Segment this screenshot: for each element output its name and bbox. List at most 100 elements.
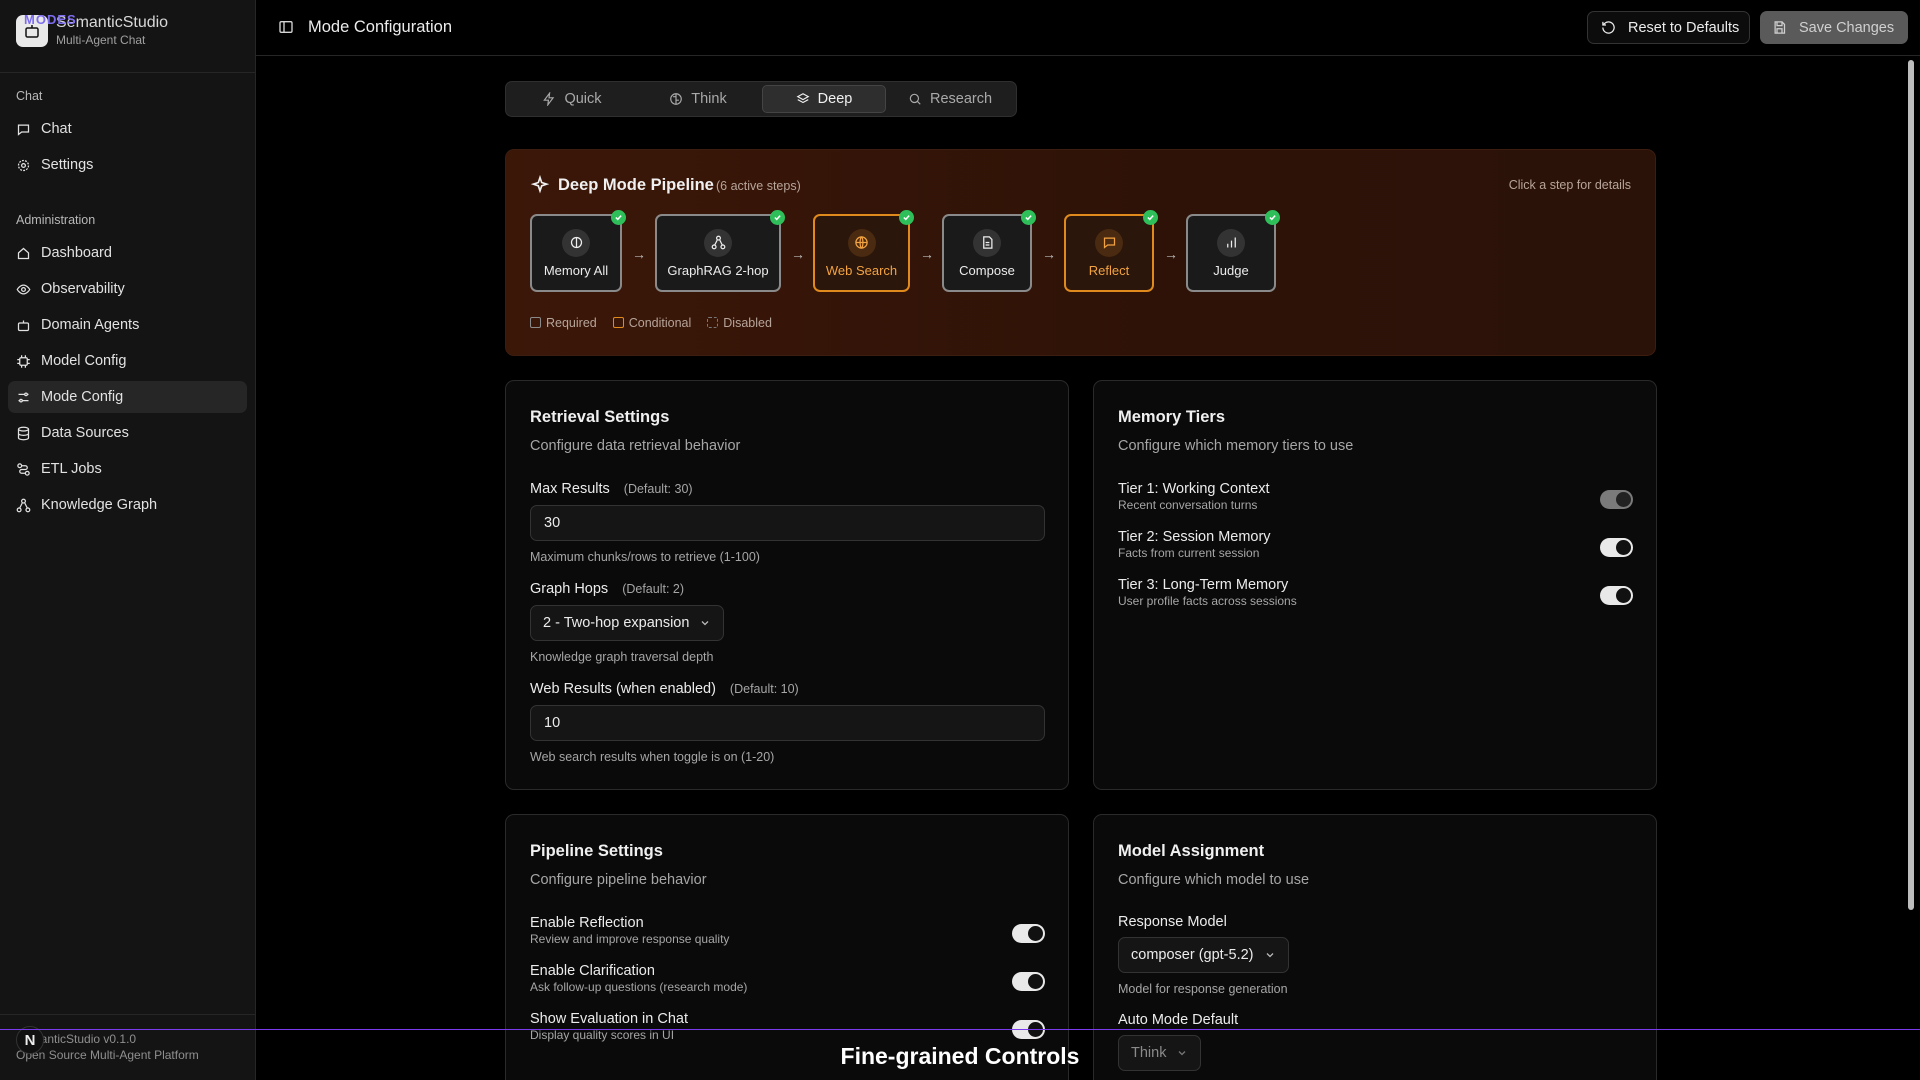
field-default: (Default: 10) <box>729 682 799 696</box>
pipeline-step-judge[interactable]: Judge <box>1186 210 1280 292</box>
toggle-description: Review and improve response quality <box>530 932 730 946</box>
select-value: 2 - Two-hop expansion <box>543 615 690 631</box>
pipeline-step-memory-all[interactable]: Memory All <box>530 210 626 292</box>
chip-icon <box>17 354 30 368</box>
chat-icon <box>17 124 30 136</box>
arrow-right-icon: → <box>632 246 646 262</box>
deep-mode-pipeline: Deep Mode Pipeline (6 active steps) Clic… <box>505 149 1656 356</box>
brand-subtitle: Multi-Agent Chat <box>56 33 146 47</box>
toggle-label: Tier 1: Working Context <box>1118 481 1270 497</box>
toggle-label: Enable Clarification <box>530 963 655 979</box>
sidebar-item-knowledge-graph[interactable]: Knowledge Graph <box>8 489 247 521</box>
pipeline-step-compose[interactable]: Compose <box>942 210 1036 292</box>
field-label-text: Max Results <box>530 481 610 497</box>
arrow-right-icon: → <box>1164 246 1178 262</box>
tab-label: Think <box>691 91 727 107</box>
step-label: Web Search <box>825 262 898 278</box>
legend-label: Conditional <box>628 316 692 330</box>
header: Mode Configuration Reset to Defaults Sav… <box>256 0 1920 56</box>
field-help: Web search results when toggle is on (1-… <box>530 750 775 764</box>
check-icon <box>1143 210 1158 225</box>
pipeline-legend: Required Conditional Disabled <box>530 316 772 330</box>
response-model-select[interactable]: composer (gpt-5.2) <box>1118 937 1289 973</box>
reset-icon <box>1602 21 1615 34</box>
bar-chart-icon <box>1217 228 1245 257</box>
document-icon <box>973 228 1001 257</box>
graph-icon <box>16 498 31 512</box>
sidebar-item-observability[interactable]: Observability <box>8 273 247 305</box>
reset-label: Reset to Defaults <box>1628 19 1740 36</box>
mode-tabs: Quick Think Deep Research <box>505 81 1017 117</box>
response-model-label: Response Model <box>1118 914 1227 930</box>
legend-label: Disabled <box>723 316 772 330</box>
check-icon <box>611 210 626 225</box>
reset-to-defaults-button[interactable]: Reset to Defaults <box>1587 11 1750 44</box>
field-help: Maximum chunks/rows to retrieve (1-100) <box>530 550 760 564</box>
brain-icon <box>670 93 683 105</box>
toggle-label: Tier 3: Long-Term Memory <box>1118 577 1289 593</box>
sidebar: SemanticStudio Multi-Agent Chat MODES Ch… <box>0 0 256 1080</box>
toggle-label: Enable Reflection <box>530 915 644 931</box>
enable-clarification-toggle[interactable] <box>1012 972 1045 991</box>
pipeline-step-reflect[interactable]: Reflect <box>1064 210 1158 292</box>
step-label: GraphRAG 2-hop <box>667 262 769 278</box>
zap-icon <box>543 92 555 106</box>
select-value: composer (gpt-5.2) <box>1131 947 1254 963</box>
field-label-text: Graph Hops <box>530 581 609 597</box>
tab-quick[interactable]: Quick <box>510 85 634 113</box>
arrow-right-icon: → <box>1042 246 1056 262</box>
sliders-icon <box>18 392 29 402</box>
auto-mode-default-label: Auto Mode Default <box>1118 1012 1239 1028</box>
sidebar-item-label: Observability <box>41 281 125 297</box>
legend-conditional: Conditional <box>612 316 692 330</box>
scrollbar[interactable] <box>1908 60 1914 910</box>
sidebar-item-label: Domain Agents <box>41 317 140 333</box>
sidebar-item-etl-jobs[interactable]: ETL Jobs <box>8 453 247 485</box>
pipeline-step-web-search[interactable]: Web Search <box>813 210 914 292</box>
sidebar-group-chat: Chat <box>16 89 43 103</box>
toggle-label: Show Evaluation in Chat <box>530 1011 688 1027</box>
max-results-input[interactable]: 30 <box>530 505 1045 541</box>
toggle-label: Tier 2: Session Memory <box>1118 529 1271 545</box>
sidebar-item-label: Settings <box>41 157 94 173</box>
card-title: Memory Tiers <box>1118 408 1225 426</box>
layers-icon <box>796 93 810 104</box>
legend-required: Required <box>530 316 597 330</box>
pipeline-step-graphrag[interactable]: GraphRAG 2-hop <box>655 210 785 292</box>
check-icon <box>1021 210 1036 225</box>
check-icon <box>899 210 914 225</box>
sidebar-item-label: Chat <box>41 121 72 137</box>
sidebar-item-label: Dashboard <box>41 245 112 261</box>
save-changes-button[interactable]: Save Changes <box>1760 11 1908 44</box>
home-icon <box>17 247 30 259</box>
caption-divider <box>0 1029 1920 1030</box>
sidebar-item-domain-agents[interactable]: Domain Agents <box>8 309 247 341</box>
sidebar-item-label: Knowledge Graph <box>41 497 158 513</box>
step-label: Judge <box>1213 262 1249 278</box>
card-description: Configure which model to use <box>1118 872 1310 888</box>
web-results-input[interactable]: 10 <box>530 705 1045 741</box>
sidebar-item-mode-config[interactable]: Mode Config <box>8 381 247 413</box>
tier-1-toggle[interactable] <box>1600 490 1633 509</box>
sidebar-item-label: ETL Jobs <box>41 461 102 477</box>
graph-hops-select[interactable]: 2 - Two-hop expansion <box>530 605 725 641</box>
enable-reflection-toggle[interactable] <box>1012 924 1045 943</box>
sidebar-item-settings[interactable]: Settings <box>8 149 247 181</box>
sidebar-item-model-config[interactable]: Model Config <box>8 345 247 377</box>
enable-clarification-row: Enable Clarification Ask follow-up quest… <box>530 962 1045 995</box>
enable-reflection-row: Enable Reflection Review and improve res… <box>530 914 1045 947</box>
sidebar-item-data-sources[interactable]: Data Sources <box>8 417 247 449</box>
check-icon <box>1265 210 1280 225</box>
network-icon <box>704 228 732 257</box>
sidebar-toggle-icon[interactable] <box>278 19 294 39</box>
sidebar-item-dashboard[interactable]: Dashboard <box>8 237 247 269</box>
tier-2-toggle[interactable] <box>1600 538 1633 557</box>
tab-think[interactable]: Think <box>636 85 760 113</box>
tab-research[interactable]: Research <box>888 85 1012 113</box>
step-label: Memory All <box>543 262 609 278</box>
card-title: Model Assignment <box>1118 842 1265 860</box>
tab-deep[interactable]: Deep <box>762 85 886 113</box>
tier-3-toggle[interactable] <box>1600 586 1633 605</box>
pipeline-title: Deep Mode Pipeline <box>558 176 714 194</box>
sidebar-item-chat[interactable]: Chat <box>8 113 247 145</box>
